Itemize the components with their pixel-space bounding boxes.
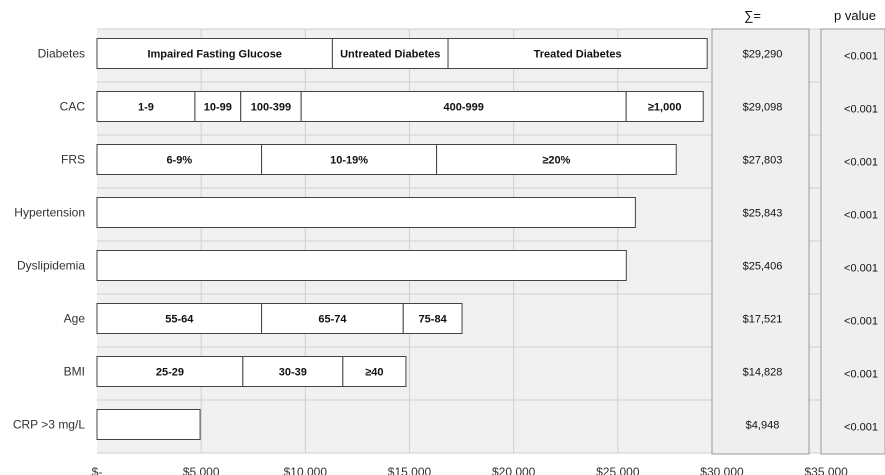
bar-segment xyxy=(96,250,627,281)
segment-label: ≥1,000 xyxy=(648,102,682,114)
row-label: CAC xyxy=(60,100,86,114)
sum-value: $29,098 xyxy=(743,102,783,114)
segment-label: ≥20% xyxy=(542,155,570,167)
p-value: <0.001 xyxy=(844,316,878,328)
segment-label: 65-74 xyxy=(318,314,347,326)
sum-column-header: ∑= xyxy=(744,8,761,23)
segment-label: 6-9% xyxy=(166,155,192,167)
segment-label: 10-99 xyxy=(204,102,232,114)
sum-value: $29,290 xyxy=(743,49,783,61)
segment-label: 30-39 xyxy=(279,367,307,379)
x-tick-label: $35,000 xyxy=(804,465,848,475)
sum-column-box xyxy=(711,28,810,455)
sum-value: $25,843 xyxy=(743,208,783,220)
x-tick-label: $15,000 xyxy=(388,465,432,475)
segment-label: Impaired Fasting Glucose xyxy=(147,49,281,61)
row-label: Hypertension xyxy=(14,206,85,220)
bar-segment xyxy=(96,409,201,440)
segment-label: 75-84 xyxy=(419,314,448,326)
p-value: <0.001 xyxy=(844,369,878,381)
p-value: <0.001 xyxy=(844,157,878,169)
p-value-column-header: p value xyxy=(834,8,876,23)
segment-label: 1-9 xyxy=(138,102,154,114)
segment-label: 55-64 xyxy=(165,314,194,326)
p-value: <0.001 xyxy=(844,210,878,222)
segment-label: 400-999 xyxy=(443,102,483,114)
segment-label: ≥40 xyxy=(365,367,383,379)
x-tick-label: $- xyxy=(92,465,103,475)
segment-label: Untreated Diabetes xyxy=(340,49,440,61)
segment-label: 25-29 xyxy=(156,367,184,379)
sum-value: $14,828 xyxy=(743,367,783,379)
row-label: BMI xyxy=(64,365,85,379)
sum-value: $27,803 xyxy=(743,155,783,167)
p-value: <0.001 xyxy=(844,422,878,434)
bar-segment xyxy=(96,197,636,228)
p-value: <0.001 xyxy=(844,51,878,63)
sum-value: $4,948 xyxy=(746,420,780,432)
p-value-column-box xyxy=(820,28,885,455)
x-tick-label: $10,000 xyxy=(284,465,328,475)
p-value: <0.001 xyxy=(844,263,878,275)
x-tick-label: $5,000 xyxy=(183,465,220,475)
segment-label: Treated Diabetes xyxy=(534,49,622,61)
x-tick-label: $25,000 xyxy=(596,465,640,475)
sum-value: $17,521 xyxy=(743,314,783,326)
row-label: Diabetes xyxy=(38,47,85,61)
segment-label: 100-399 xyxy=(251,102,291,114)
x-tick-label: $20,000 xyxy=(492,465,536,475)
row-label: CRP >3 mg/L xyxy=(13,418,85,432)
sum-value: $25,406 xyxy=(743,261,783,273)
p-value: <0.001 xyxy=(844,104,878,116)
segment-label: 10-19% xyxy=(330,155,368,167)
stacked-bar-chart: ∑= p value Diabetes Impaired Fasting Glucos… xyxy=(13,8,885,475)
row-label: Age xyxy=(64,312,86,326)
x-tick-label: $30,000 xyxy=(700,465,744,475)
row-label: FRS xyxy=(61,153,85,167)
row-label: Dyslipidemia xyxy=(17,259,85,273)
